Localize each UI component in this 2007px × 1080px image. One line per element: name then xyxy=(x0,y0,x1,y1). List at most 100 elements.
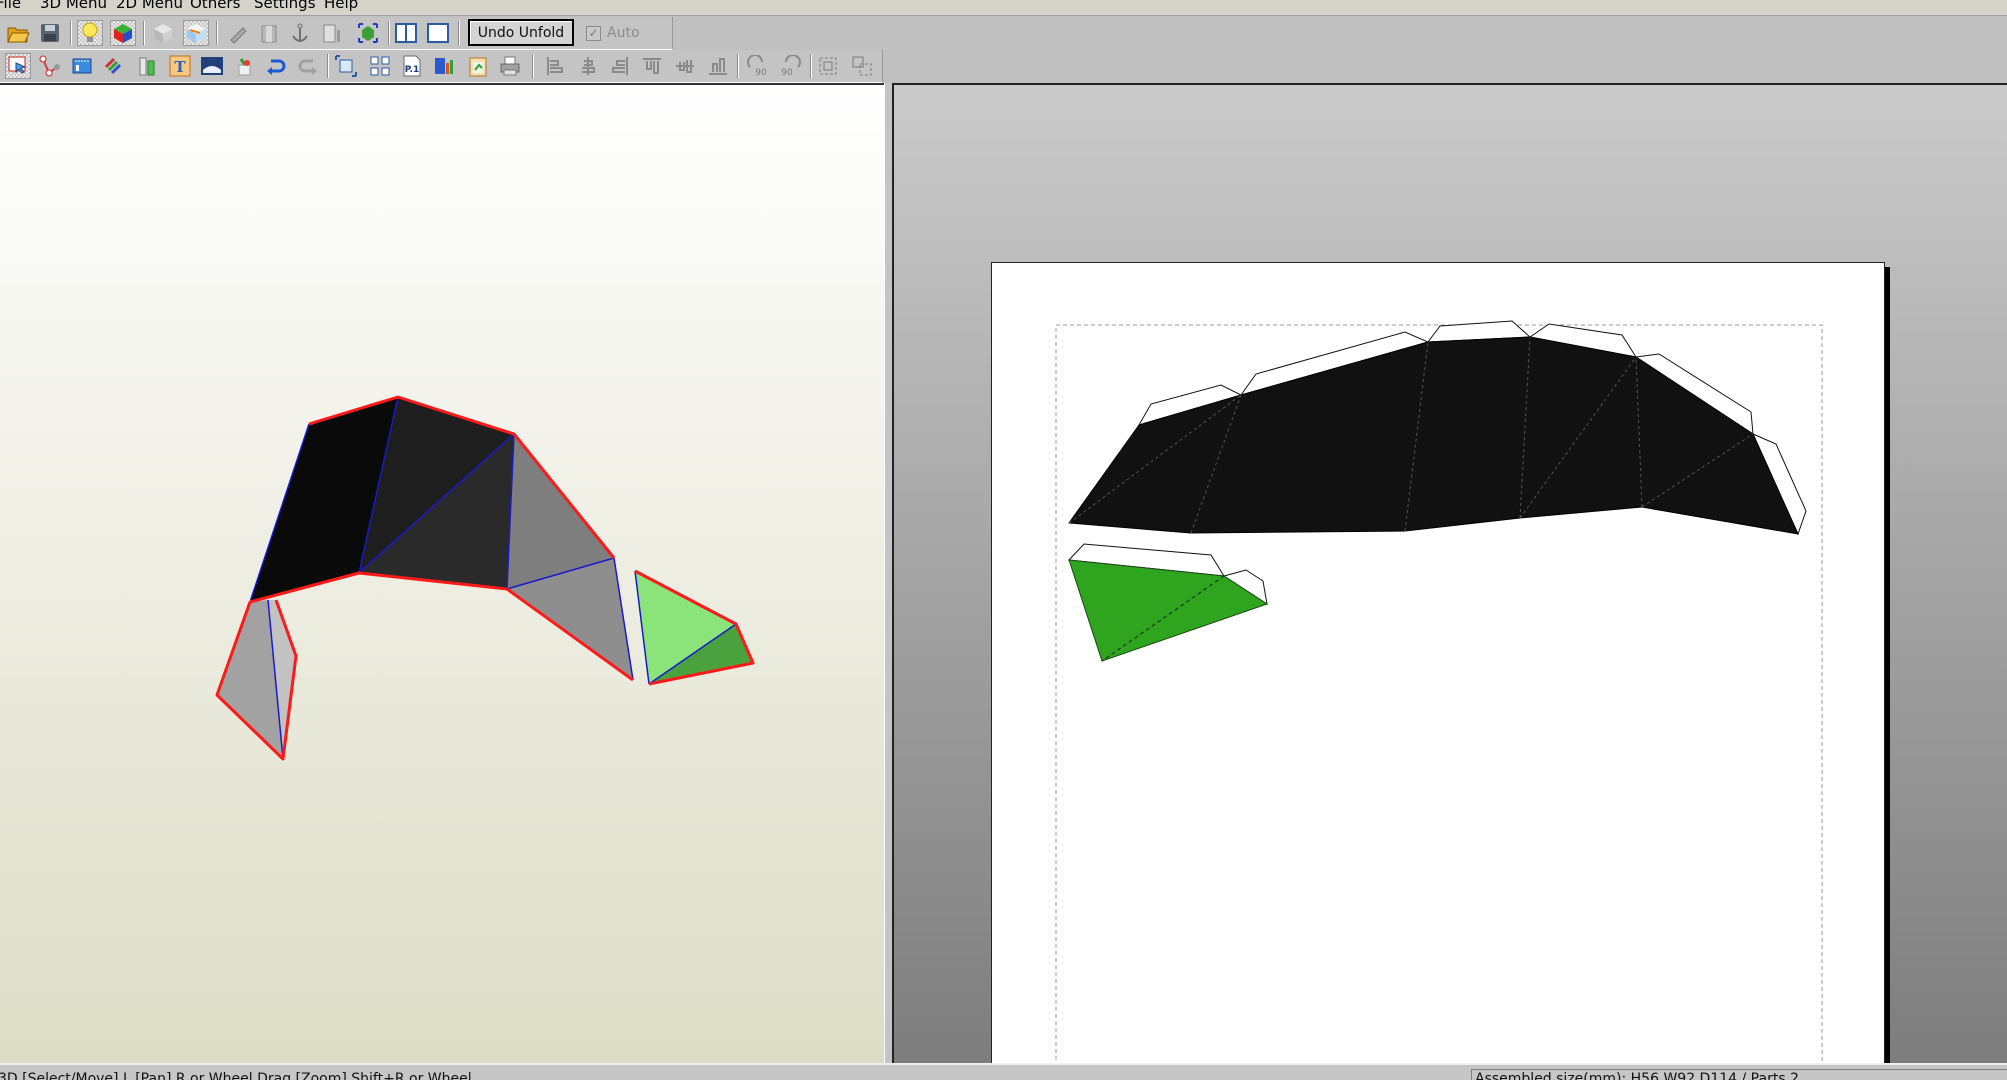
undo-button[interactable] xyxy=(263,53,289,79)
image-button[interactable] xyxy=(199,53,225,79)
save-colors-button[interactable] xyxy=(432,53,458,79)
single-pane-icon xyxy=(427,23,449,43)
rotate-right-90-icon: 90 xyxy=(781,55,801,77)
separator xyxy=(532,54,534,78)
gray-cube-button[interactable] xyxy=(150,20,176,46)
open-button[interactable] xyxy=(5,20,31,46)
ungroup-button[interactable] xyxy=(849,53,875,79)
lightbulb-icon xyxy=(82,22,98,42)
colored-pencils-button[interactable] xyxy=(101,53,127,79)
edge-pencil-button[interactable] xyxy=(225,20,251,46)
menu-others[interactable]: Others xyxy=(190,0,240,12)
align-top-button[interactable] xyxy=(639,53,665,79)
select-move-button[interactable] xyxy=(5,53,31,79)
svg-text:90: 90 xyxy=(755,68,767,77)
save-icon xyxy=(41,24,59,42)
anchor-icon xyxy=(292,23,308,42)
menu-bar: File 3D Menu 2D Menu Others Settings Hel… xyxy=(0,0,2007,15)
checkmark-icon[interactable]: ✓ xyxy=(586,25,601,41)
texture-cube-icon xyxy=(187,24,205,43)
anchor-button[interactable] xyxy=(287,20,313,46)
page-number-button[interactable]: P.1 xyxy=(399,53,425,79)
status-hint: 3D [Select/Move] L [Pan] R or Wheel Drag… xyxy=(0,1071,472,1080)
clipboard-button[interactable] xyxy=(465,53,491,79)
menu-2d[interactable]: 2D Menu xyxy=(116,0,183,12)
select-move-icon xyxy=(8,56,27,74)
align-right-button[interactable] xyxy=(607,53,633,79)
3d-model-canvas[interactable] xyxy=(0,85,884,1063)
menu-help[interactable]: Help xyxy=(324,0,358,12)
separator xyxy=(327,54,329,78)
colored-pencils-icon xyxy=(104,57,122,75)
page-number-icon: P.1 xyxy=(403,55,421,77)
align-bottom-icon xyxy=(709,58,727,75)
dual-pane-button[interactable] xyxy=(393,20,419,46)
3d-view-pane[interactable] xyxy=(0,83,884,1063)
undo-unfold-button[interactable]: Undo Unfold xyxy=(468,19,574,46)
texture-cube-button[interactable] xyxy=(183,20,209,46)
fit-page-icon xyxy=(335,55,357,77)
save-button[interactable] xyxy=(37,20,63,46)
rotate-left-button[interactable]: 90 xyxy=(745,53,771,79)
align-center-button[interactable] xyxy=(575,53,601,79)
status-assembled-size: Assembled size(mm): H56 W92 D114 / Parts… xyxy=(1471,1069,2007,1080)
svg-text:T: T xyxy=(174,58,186,76)
toolbar-main: Undo Unfold ✓ Auto xyxy=(0,17,673,50)
edge-edit-icon xyxy=(39,55,60,77)
separator xyxy=(458,21,460,45)
align-bottom-button[interactable] xyxy=(705,53,731,79)
undo-icon xyxy=(267,59,286,75)
dual-pane-icon xyxy=(395,23,417,43)
clipboard-icon xyxy=(469,57,487,77)
align-top-icon xyxy=(643,58,661,74)
ungroup-icon xyxy=(852,56,872,76)
separator xyxy=(737,54,739,78)
menu-settings[interactable]: Settings xyxy=(254,0,316,12)
flap-strip-button[interactable] xyxy=(135,53,161,79)
open-folder-icon xyxy=(7,27,30,43)
door-button[interactable] xyxy=(319,20,345,46)
menu-file[interactable]: File xyxy=(0,0,21,12)
align-center-icon xyxy=(582,57,595,75)
separator xyxy=(388,21,390,45)
separator xyxy=(143,21,145,45)
color-cube-icon xyxy=(114,24,132,43)
pillar-button[interactable] xyxy=(256,20,282,46)
join-flap-icon xyxy=(72,58,92,74)
black-part[interactable] xyxy=(1068,336,1799,535)
status-bar: 3D [Select/Move] L [Pan] R or Wheel Drag… xyxy=(0,1063,2007,1080)
auto-checkbox[interactable]: ✓ Auto xyxy=(586,23,640,43)
lightbulb-button[interactable] xyxy=(77,20,103,46)
pane-splitter[interactable] xyxy=(884,83,892,1063)
auto-label: Auto xyxy=(607,25,640,41)
menu-3d[interactable]: 3D Menu xyxy=(40,0,107,12)
join-flap-button[interactable] xyxy=(69,53,95,79)
flap-strip-icon xyxy=(139,57,155,76)
arrange-parts-icon xyxy=(370,56,390,76)
image-icon xyxy=(201,57,223,75)
fit-page-button[interactable] xyxy=(333,53,359,79)
align-left-button[interactable] xyxy=(542,53,568,79)
2d-view-pane[interactable] xyxy=(892,83,2007,1063)
door-icon xyxy=(323,24,340,43)
align-left-icon xyxy=(547,57,563,75)
redo-button[interactable] xyxy=(295,53,321,79)
separator xyxy=(70,21,72,45)
separator xyxy=(216,21,218,45)
select-part-button[interactable] xyxy=(355,20,381,46)
text-button[interactable]: T xyxy=(167,53,193,79)
group-button[interactable] xyxy=(815,53,841,79)
color-cube-button[interactable] xyxy=(110,20,136,46)
single-pane-button[interactable] xyxy=(425,20,451,46)
2d-unfold-canvas[interactable] xyxy=(894,85,2007,1063)
arrange-parts-button[interactable] xyxy=(367,53,393,79)
svg-text:P.1: P.1 xyxy=(405,65,420,75)
rotate-right-button[interactable]: 90 xyxy=(777,53,803,79)
align-middle-icon xyxy=(676,60,694,73)
svg-text:90: 90 xyxy=(781,68,793,77)
edge-edit-button[interactable] xyxy=(37,53,63,79)
paint-button[interactable] xyxy=(231,53,257,79)
print-button[interactable] xyxy=(497,53,523,79)
align-middle-button[interactable] xyxy=(672,53,698,79)
redo-icon xyxy=(298,59,317,75)
